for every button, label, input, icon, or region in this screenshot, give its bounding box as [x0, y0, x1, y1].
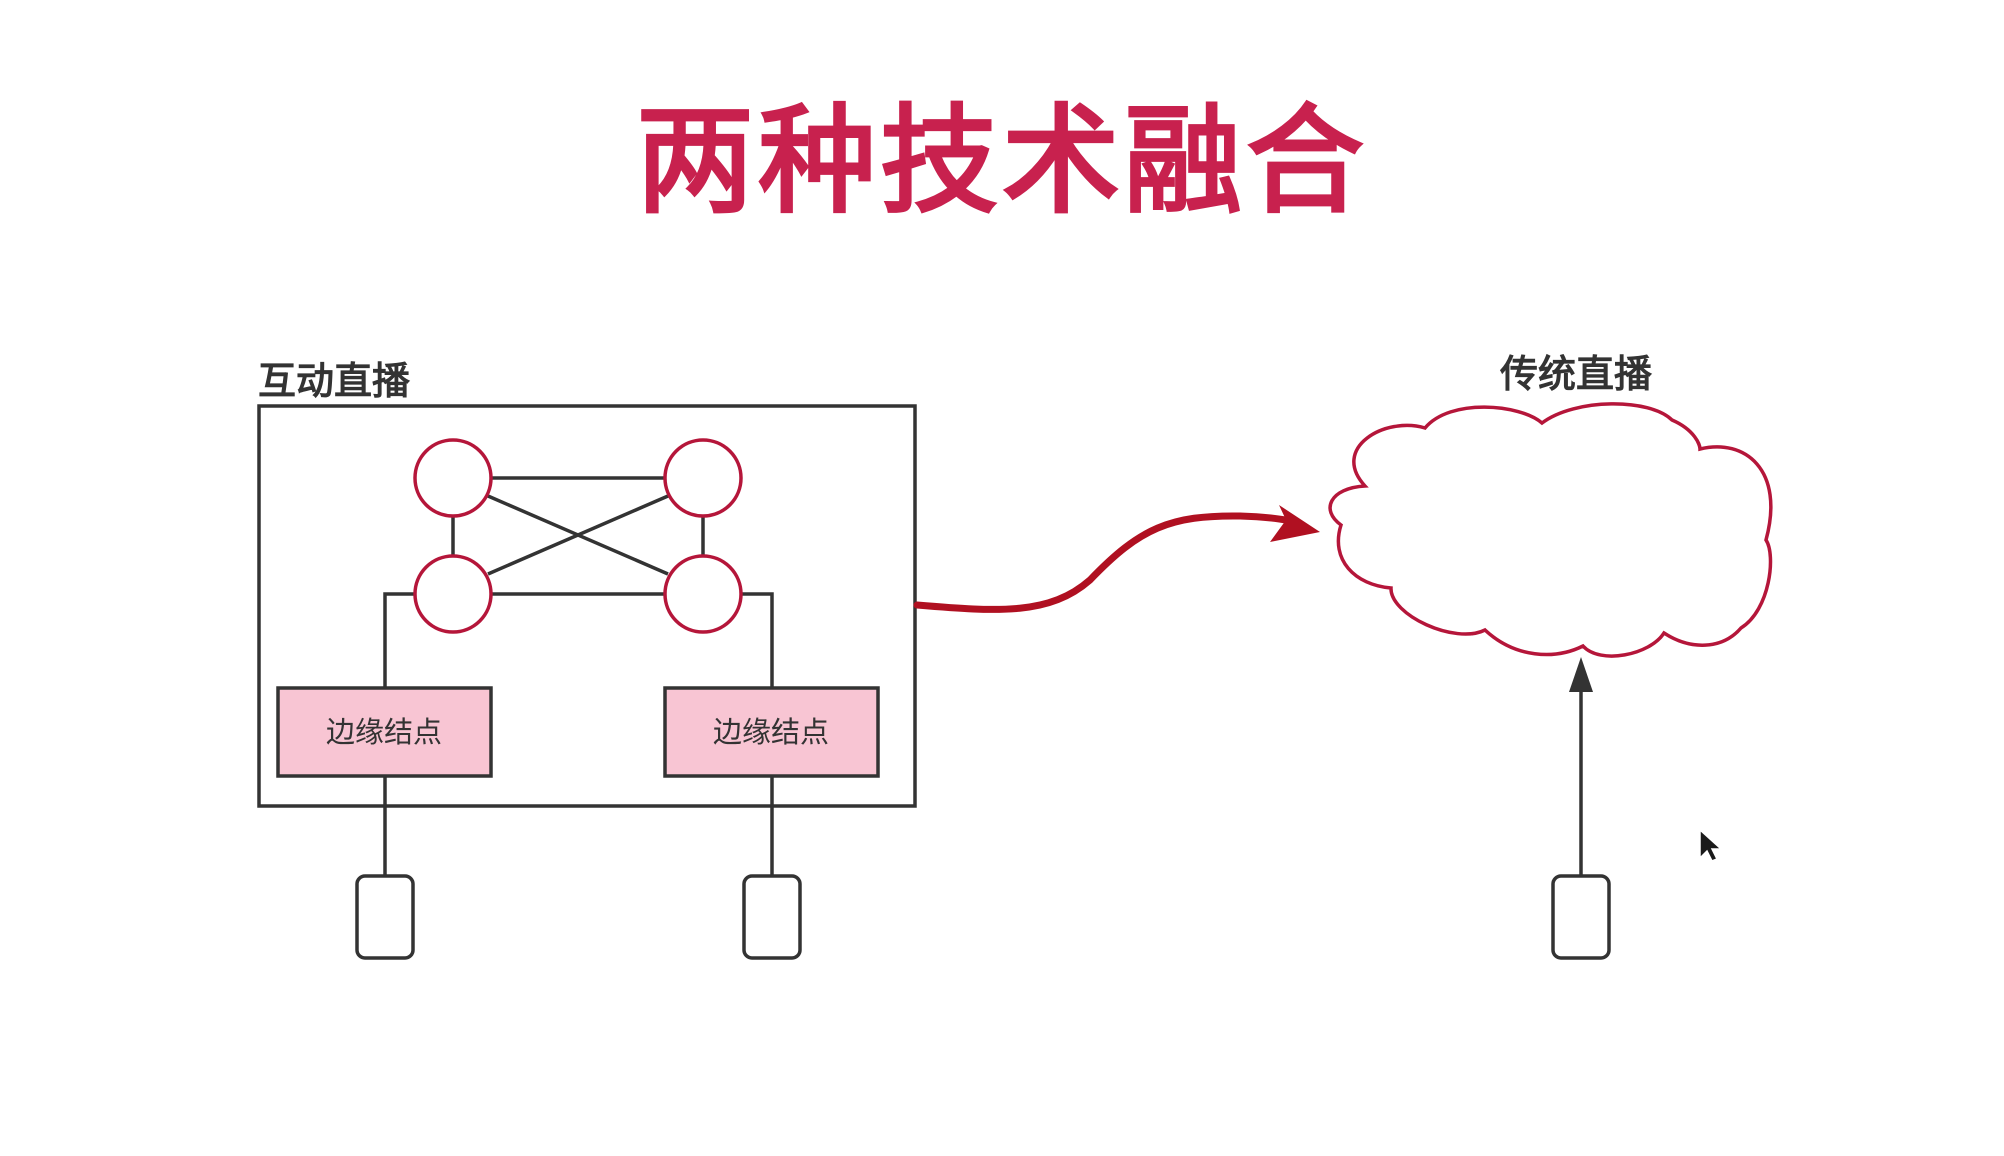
- traditional-live-cloud: [1328, 402, 1773, 658]
- interactive-to-cloud-arrow: [913, 505, 1320, 613]
- client-to-cloud-arrow: [1569, 657, 1593, 876]
- server-mesh-links: [383, 476, 774, 876]
- edge-node-left: 边缘结点: [276, 686, 493, 778]
- server-node-bottom-right: [663, 554, 743, 634]
- client-device-left: [355, 874, 415, 960]
- mouse-cursor-icon: [1699, 828, 1723, 862]
- server-node-top-left: [413, 438, 493, 518]
- server-node-top-right: [663, 438, 743, 518]
- edge-node-right-label: 边缘结点: [713, 715, 829, 749]
- client-device-middle: [742, 874, 802, 960]
- edge-node-right: 边缘结点: [663, 686, 880, 778]
- client-device-right: [1551, 874, 1611, 960]
- server-node-bottom-left: [413, 554, 493, 634]
- edge-node-left-label: 边缘结点: [326, 715, 442, 749]
- architecture-diagram: 边缘结点 边缘结点: [257, 402, 1773, 960]
